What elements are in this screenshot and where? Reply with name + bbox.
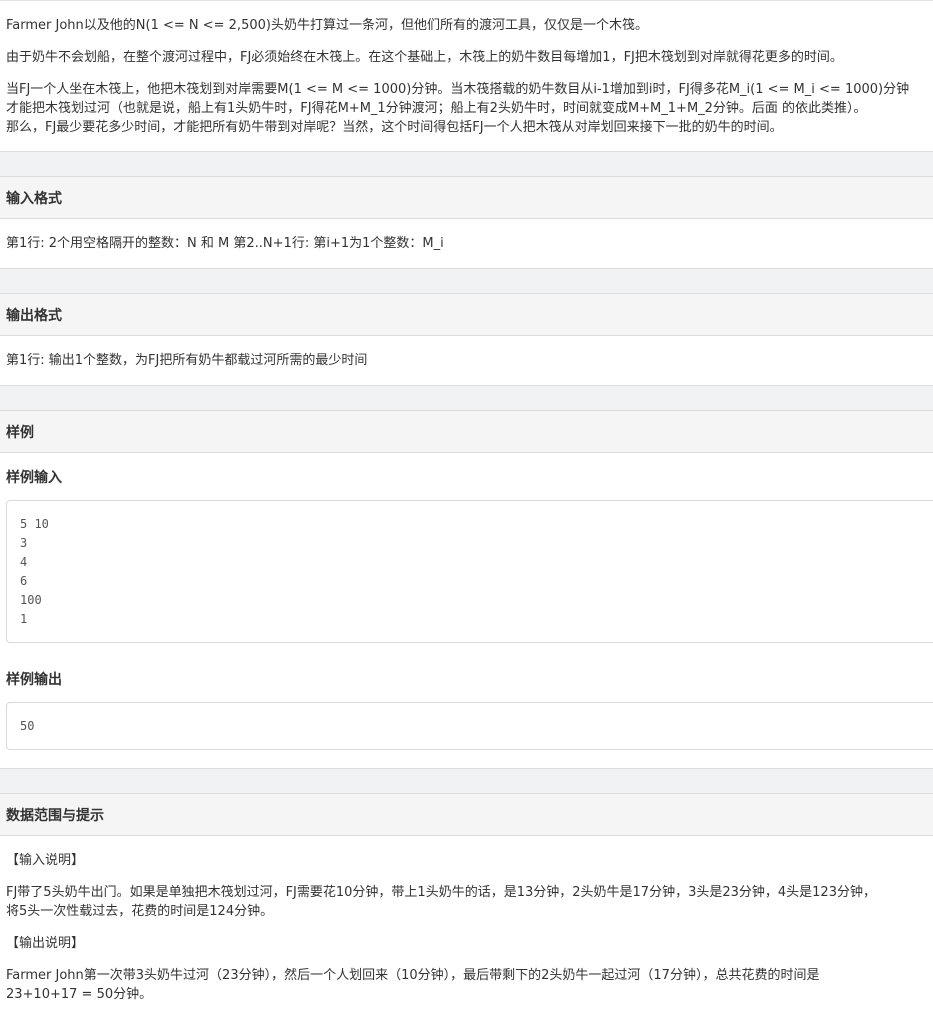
input-note-title: 【输入说明】 (6, 853, 85, 868)
input-note-line: 将5头一次性载过去，花费的时间是124分钟。 (6, 904, 274, 919)
section-gap (0, 151, 933, 177)
input-format-title: 输入格式 (6, 190, 62, 207)
output-note-line: Farmer John第一次带3头奶牛过河（23分钟），然后一个人划回来（10分… (6, 968, 820, 983)
description-paragraph-1: Farmer John以及他的N(1 <= N <= 2,500)头奶牛打算过一… (6, 18, 648, 33)
sample-input-line: 6 (20, 574, 28, 588)
input-format-text: 第1行: 2个用空格隔开的整数：N 和 M 第2..N+1行: 第i+1为1个整… (6, 236, 444, 251)
output-note-line: 23+10+17 = 50分钟。 (6, 987, 153, 1002)
section-gap (0, 385, 933, 411)
output-format-header: 输出格式 (0, 294, 933, 336)
description-paragraph-3-line: 那么，FJ最少要花多少时间，才能把所有奶牛带到对岸呢？当然，这个时间得包括FJ一… (6, 120, 783, 135)
hints-title: 数据范围与提示 (6, 807, 104, 824)
description-paragraph-3-line: 才能把木筏划过河（也就是说，船上有1头奶牛时，FJ得花M+M_1分钟渡河；船上有… (6, 101, 867, 116)
sample-title: 样例 (6, 424, 34, 441)
sample-output-line: 50 (20, 719, 35, 733)
sample-input-line: 5 10 (20, 517, 49, 531)
description-paragraph-3-line: 当FJ一个人坐在木筏上，他把木筏划到对岸需要M(1 <= M <= 1000)分… (6, 82, 910, 97)
problem-page: Farmer John以及他的N(1 <= N <= 2,500)头奶牛打算过一… (0, 0, 933, 1025)
sample-output-box[interactable]: 50 (6, 702, 933, 750)
description-paragraph-3: 当FJ一个人坐在木筏上，他把木筏划到对岸需要M(1 <= M <= 1000)分… (0, 80, 933, 137)
sample-header: 样例 (0, 411, 933, 453)
output-note-title: 【输出说明】 (6, 936, 85, 951)
sample-input-line: 4 (20, 555, 28, 569)
sample-input-line: 100 (20, 593, 42, 607)
sample-input-line: 1 (20, 612, 28, 626)
sample-input-line: 3 (20, 536, 28, 550)
output-format-text: 第1行: 输出1个整数，为FJ把所有奶牛都载过河所需的最少时间 (6, 353, 368, 368)
sample-input-title: 样例输入 (6, 470, 62, 486)
sample-output-title: 样例输出 (6, 672, 62, 688)
hints-header: 数据范围与提示 (0, 794, 933, 836)
output-format-title: 输出格式 (6, 307, 62, 324)
input-note-line: FJ带了5头奶牛出门。如果是单独把木筏划过河，FJ需要花10分钟，带上1头奶牛的… (6, 885, 876, 900)
section-gap (0, 268, 933, 294)
sample-input-box[interactable]: 5 10 3 4 6 100 1 (6, 500, 933, 643)
section-gap (0, 768, 933, 794)
input-format-header: 输入格式 (0, 177, 933, 219)
description-paragraph-2: 由于奶牛不会划船，在整个渡河过程中，FJ必须始终在木筏上。在这个基础上，木筏上的… (6, 50, 843, 65)
